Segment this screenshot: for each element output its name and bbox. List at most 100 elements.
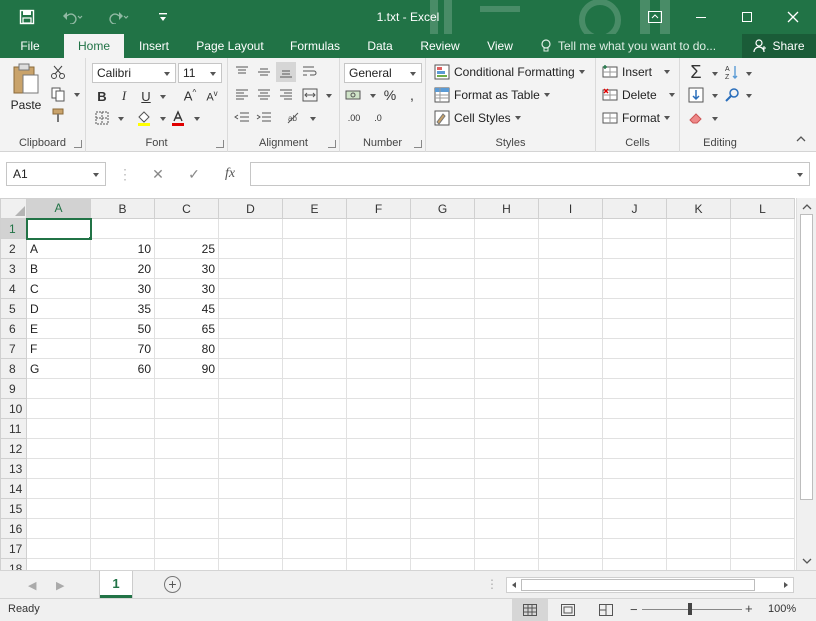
orientation-button[interactable]: ab	[284, 108, 304, 128]
minimize-button[interactable]	[678, 0, 724, 34]
borders-button[interactable]	[92, 108, 112, 128]
row-header[interactable]: 15	[0, 498, 27, 519]
cell-styles-button[interactable]: Cell Styles	[434, 110, 521, 126]
cell-empty[interactable]	[474, 398, 539, 419]
number-format-combo[interactable]: General	[344, 63, 422, 83]
autosum-button[interactable]: Σ	[686, 62, 706, 82]
vertical-scroll-thumb[interactable]	[800, 214, 813, 500]
cell-empty[interactable]	[282, 378, 347, 399]
cell-empty[interactable]	[730, 538, 795, 559]
cell-empty[interactable]	[538, 218, 603, 239]
cell-b[interactable]	[90, 378, 155, 399]
copy-dropdown-caret[interactable]	[74, 93, 80, 97]
column-header-c[interactable]: C	[154, 198, 219, 219]
cell-empty[interactable]	[410, 278, 475, 299]
cell-empty[interactable]	[538, 558, 603, 570]
increase-indent-button[interactable]	[254, 108, 274, 128]
scroll-up-icon[interactable]	[801, 201, 813, 213]
name-box[interactable]: A1	[6, 162, 106, 186]
zoom-slider-track[interactable]	[642, 609, 742, 610]
cell-empty[interactable]	[538, 518, 603, 539]
decrease-decimal-button[interactable]: .0	[368, 108, 388, 128]
row-header[interactable]: 17	[0, 538, 27, 559]
cell-empty[interactable]	[218, 298, 283, 319]
cell-empty[interactable]	[282, 558, 347, 570]
cell-c[interactable]: 30	[154, 258, 219, 279]
cell-empty[interactable]	[730, 378, 795, 399]
cell-empty[interactable]	[730, 458, 795, 479]
cell-a[interactable]	[26, 458, 91, 479]
align-left-button[interactable]	[232, 85, 252, 105]
cell-empty[interactable]	[602, 438, 667, 459]
maximize-button[interactable]	[724, 0, 770, 34]
cell-empty[interactable]	[282, 418, 347, 439]
cell-empty[interactable]	[218, 398, 283, 419]
cell-empty[interactable]	[410, 218, 475, 239]
number-launcher[interactable]	[414, 140, 422, 148]
cell-empty[interactable]	[730, 438, 795, 459]
cell-empty[interactable]	[602, 418, 667, 439]
cell-a[interactable]	[26, 538, 91, 559]
row-header[interactable]: 5	[0, 298, 27, 319]
cell-c[interactable]: 65	[154, 318, 219, 339]
cell-empty[interactable]	[538, 258, 603, 279]
cell-b[interactable]: 35	[90, 298, 155, 319]
cell-empty[interactable]	[282, 218, 347, 239]
column-header-a[interactable]: A	[26, 198, 91, 220]
cell-empty[interactable]	[602, 218, 667, 239]
cell-empty[interactable]	[602, 258, 667, 279]
cell-empty[interactable]	[282, 478, 347, 499]
font-color-caret[interactable]	[194, 117, 200, 121]
normal-view-button[interactable]	[512, 599, 548, 621]
column-header-i[interactable]: I	[538, 198, 603, 219]
accounting-caret[interactable]	[370, 94, 376, 98]
format-cells-button[interactable]: Format	[602, 110, 671, 126]
cell-empty[interactable]	[474, 438, 539, 459]
borders-caret[interactable]	[118, 117, 124, 121]
cell-empty[interactable]	[346, 478, 411, 499]
cell-empty[interactable]	[538, 338, 603, 359]
cell-empty[interactable]	[218, 558, 283, 570]
tab-split-grip-icon[interactable]: ⋮	[486, 577, 498, 591]
cell-empty[interactable]	[410, 538, 475, 559]
cell-c[interactable]: 45	[154, 298, 219, 319]
cell-empty[interactable]	[538, 398, 603, 419]
cell-empty[interactable]	[602, 558, 667, 570]
cell-empty[interactable]	[346, 218, 411, 239]
cell-empty[interactable]	[474, 378, 539, 399]
share-button[interactable]: Share	[742, 34, 816, 58]
row-header[interactable]: 9	[0, 378, 27, 399]
cell-empty[interactable]	[666, 558, 731, 570]
column-header-b[interactable]: B	[90, 198, 155, 219]
scroll-left-icon[interactable]	[509, 580, 519, 590]
tab-view[interactable]: View	[478, 34, 522, 58]
cell-empty[interactable]	[282, 398, 347, 419]
delete-cells-button[interactable]: Delete	[602, 87, 675, 103]
row-header[interactable]: 1	[0, 218, 28, 239]
copy-button[interactable]	[48, 84, 68, 104]
merge-caret[interactable]	[326, 94, 332, 98]
accounting-format-button[interactable]	[344, 85, 364, 105]
underline-button[interactable]: U	[136, 86, 156, 106]
cell-empty[interactable]	[666, 258, 731, 279]
cell-empty[interactable]	[410, 338, 475, 359]
cell-a[interactable]: B	[26, 258, 91, 279]
fill-color-caret[interactable]	[160, 117, 166, 121]
cell-b[interactable]	[90, 418, 155, 439]
cell-c[interactable]: 25	[154, 238, 219, 259]
cell-b[interactable]: 60	[90, 358, 155, 379]
fill-button[interactable]	[686, 85, 706, 105]
column-header-k[interactable]: K	[666, 198, 731, 219]
cell-empty[interactable]	[282, 298, 347, 319]
cell-a[interactable]	[26, 478, 91, 499]
cell-empty[interactable]	[730, 498, 795, 519]
paste-button[interactable]: Paste	[8, 62, 44, 112]
font-size-combo[interactable]: 11	[178, 63, 222, 83]
cell-empty[interactable]	[666, 418, 731, 439]
cell-empty[interactable]	[538, 458, 603, 479]
cell-empty[interactable]	[410, 438, 475, 459]
row-header[interactable]: 14	[0, 478, 27, 499]
font-launcher[interactable]	[216, 140, 224, 148]
cell-c[interactable]	[154, 478, 219, 499]
insert-cells-button[interactable]: Insert	[602, 64, 671, 80]
